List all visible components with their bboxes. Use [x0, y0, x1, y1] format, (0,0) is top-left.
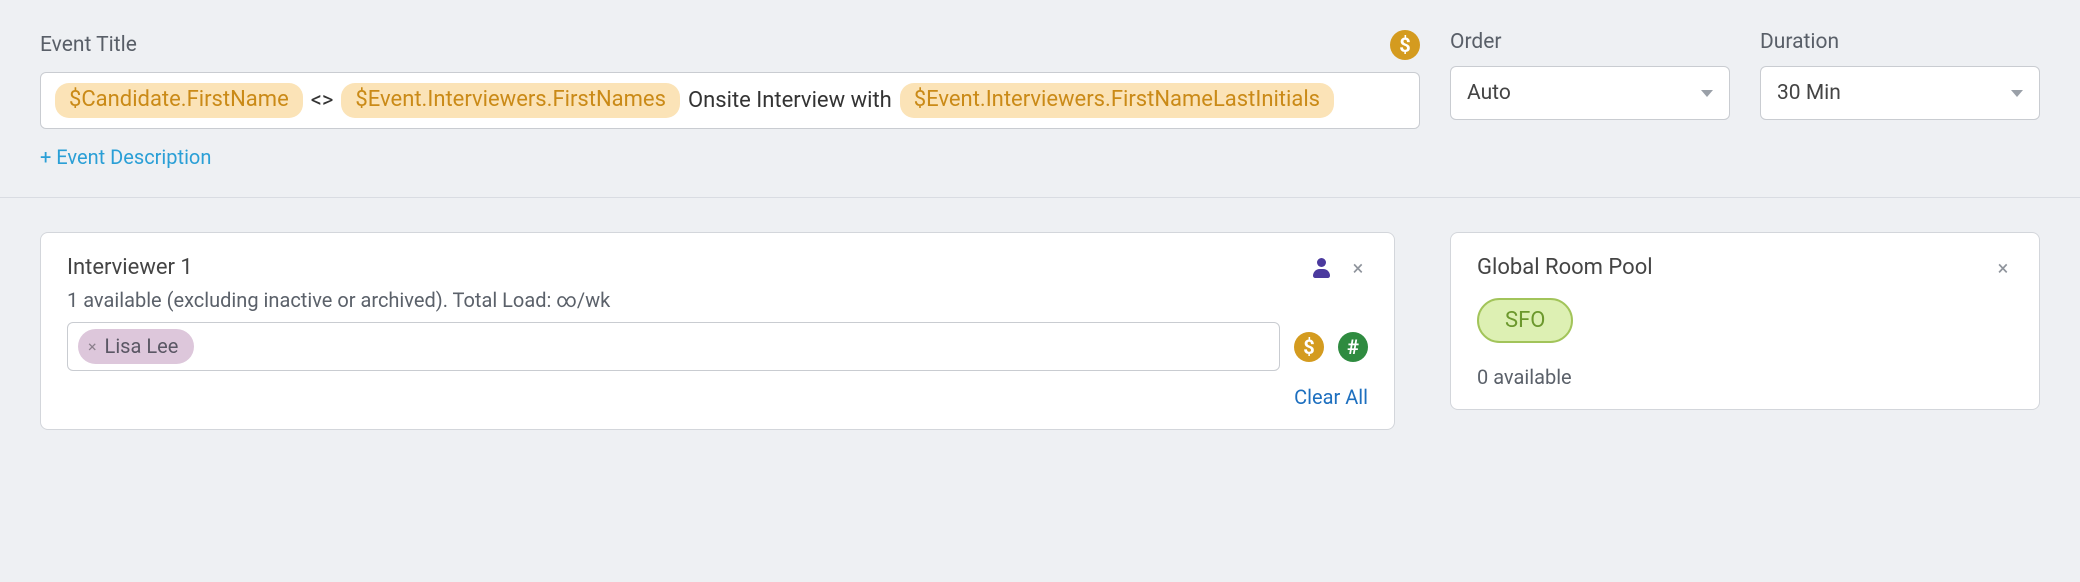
dollar-icon[interactable]: $: [1390, 30, 1420, 60]
duration-select[interactable]: 30 Min: [1760, 66, 2040, 120]
order-select[interactable]: Auto: [1450, 66, 1730, 120]
interviewer-tag-input[interactable]: × Lisa Lee: [67, 322, 1280, 371]
interviewer-card: Interviewer 1 × 1 available (excluding i…: [40, 232, 1395, 430]
clear-all-link[interactable]: Clear All: [1294, 385, 1368, 409]
hash-icon[interactable]: #: [1338, 332, 1368, 362]
event-title-label: Event Title: [40, 33, 137, 57]
duration-select-value: 30 Min: [1777, 81, 1841, 105]
duration-label: Duration: [1760, 30, 2040, 54]
chevron-down-icon: [1701, 90, 1713, 97]
person-icon[interactable]: [1312, 258, 1332, 278]
interviewer-card-title: Interviewer 1: [67, 255, 193, 280]
section-divider: [0, 197, 2080, 198]
chevron-down-icon: [2011, 90, 2023, 97]
add-event-description-link[interactable]: + Event Description: [40, 145, 211, 169]
close-icon[interactable]: ×: [1993, 258, 2013, 278]
dollar-icon[interactable]: $: [1294, 332, 1324, 362]
room-availability-text: 0 available: [1477, 365, 2013, 389]
order-select-value: Auto: [1467, 81, 1511, 105]
room-tag[interactable]: SFO: [1477, 298, 1573, 343]
event-title-input[interactable]: $Candidate.FirstName <> $Event.Interview…: [40, 72, 1420, 129]
event-title-text-fragment: Onsite Interview with: [688, 88, 892, 113]
close-icon[interactable]: ×: [1348, 258, 1368, 278]
room-pool-card: Global Room Pool × SFO 0 available: [1450, 232, 2040, 410]
remove-pill-icon[interactable]: ×: [88, 337, 97, 356]
room-pool-title: Global Room Pool: [1477, 255, 1653, 280]
token-candidate-firstname[interactable]: $Candidate.FirstName: [55, 83, 303, 118]
interviewer-pill[interactable]: × Lisa Lee: [78, 329, 194, 364]
order-label: Order: [1450, 30, 1730, 54]
interviewer-availability-text: 1 available (excluding inactive or archi…: [67, 288, 1368, 312]
interviewer-pill-label: Lisa Lee: [105, 334, 179, 358]
event-title-text-fragment: <>: [311, 88, 334, 113]
token-interviewer-firstnames[interactable]: $Event.Interviewers.FirstNames: [341, 83, 680, 118]
token-interviewer-firstlastinitials[interactable]: $Event.Interviewers.FirstNameLastInitial…: [900, 83, 1334, 118]
